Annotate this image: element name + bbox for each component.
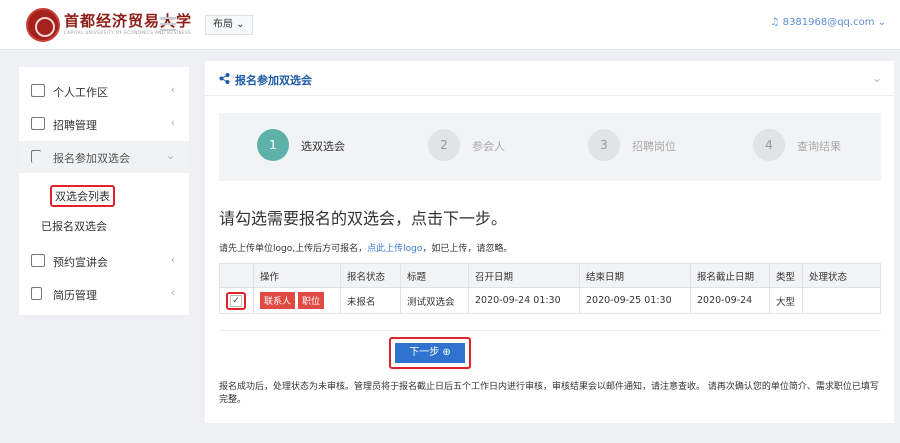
- chevron-down-icon: ⌄: [165, 149, 175, 162]
- note-text: 请先上传单位logo,上传后方可报名，: [219, 244, 368, 254]
- step-1-circle: 1: [257, 129, 289, 161]
- sidebar-item-resume-management[interactable]: 简历管理 ‹: [19, 278, 189, 310]
- chevron-left-icon: ‹: [170, 83, 175, 96]
- sidebar-item-label: 招聘管理: [53, 119, 97, 132]
- contact-button[interactable]: 联系人: [260, 292, 296, 309]
- chevron-left-icon: ‹: [170, 253, 175, 266]
- column-header: [219, 263, 254, 288]
- sidebar-item-personal-workspace[interactable]: 个人工作区 ‹: [19, 75, 189, 107]
- column-header: 召开日期: [468, 263, 580, 288]
- panel-title: 报名参加双选会: [235, 74, 312, 87]
- step-2-circle: 2: [428, 129, 460, 161]
- top-bar: 首都经济贸易大学 CAPITAL UNIVERSITY OF ECONOMICS…: [0, 0, 900, 50]
- sidebar-item-presentation-booking[interactable]: 预约宣讲会 ‹: [19, 245, 189, 277]
- sidebar-subitem-registered-job-fairs[interactable]: 已报名双选会: [41, 218, 107, 234]
- table-header-row: 操作 报名状态 标题 召开日期 结束日期 报名截止日期 类型 处理状态: [219, 263, 881, 288]
- select-cell: ✓: [219, 287, 254, 314]
- sidebar-item-recruitment[interactable]: 招聘管理 ‹: [19, 108, 189, 140]
- column-header: 处理状态: [802, 263, 881, 288]
- step-2-label: 参会人: [472, 140, 505, 153]
- chevron-left-icon: ‹: [170, 116, 175, 129]
- sidebar-subitem-job-fair-list[interactable]: 双选会列表: [50, 185, 115, 207]
- action-cell: 联系人 职位: [253, 287, 341, 314]
- document-icon: [31, 287, 42, 300]
- column-header: 操作: [253, 263, 341, 288]
- select-checkbox-highlight[interactable]: ✓: [226, 291, 246, 310]
- footnote-text: 报名成功后，处理状态为未审核。管理员将于报名截止日后五个工作日内进行审核，审核结…: [219, 382, 879, 405]
- flag-icon: [31, 150, 41, 163]
- table-row: ✓ 联系人 职位 未报名 测试双选会 2020-09-24 01:30 2020-…: [219, 287, 881, 314]
- step-1-label: 选双选会: [301, 140, 345, 153]
- sidebar-item-label: 报名参加双选会: [53, 152, 130, 165]
- status-cell: 未报名: [340, 287, 401, 314]
- sidebar: 个人工作区 ‹ 招聘管理 ‹ 报名参加双选会 ⌄ 双选会列表 已报名双选会 预约…: [19, 67, 189, 315]
- logo-upload-note: 请先上传单位logo,上传后方可报名，点此上传logo，如已上传，请忽略。: [219, 241, 512, 254]
- job-fair-table: 操作 报名状态 标题 召开日期 结束日期 报名截止日期 类型 处理状态 ✓ 联系…: [219, 263, 881, 314]
- note-text: ，如已上传，请忽略。: [422, 244, 513, 254]
- next-button-highlight: 下一步 ⊕: [389, 337, 471, 369]
- briefcase-icon: [31, 117, 45, 130]
- home-icon: [31, 84, 45, 97]
- title-cell: 测试双选会: [400, 287, 469, 314]
- deadline-cell: 2020-09-24: [690, 287, 770, 314]
- type-cell: 大型: [769, 287, 803, 314]
- chevron-left-icon: ‹: [170, 286, 175, 299]
- end-date-cell: 2020-09-25 01:30: [579, 287, 691, 314]
- collapse-chevron-icon[interactable]: ⌄: [872, 71, 882, 85]
- layout-dropdown[interactable]: 布局 ⌄: [205, 15, 253, 35]
- calendar-icon: [31, 254, 45, 267]
- sidebar-item-label: 预约宣讲会: [53, 256, 108, 269]
- share-nodes-icon: [219, 73, 230, 84]
- instruction-heading: 请勾选需要报名的双选会，点击下一步。: [219, 209, 508, 228]
- position-button[interactable]: 职位: [298, 292, 325, 309]
- divider: [219, 330, 881, 331]
- sidebar-item-label: 简历管理: [53, 289, 97, 302]
- step-3-circle: 3: [588, 129, 620, 161]
- main-panel: 报名参加双选会 ⌄ 1 选双选会 2 参会人 3 招聘岗位 4 查询结果 请勾选…: [205, 61, 894, 423]
- column-header: 标题: [400, 263, 469, 288]
- process-status-cell: [802, 287, 881, 314]
- hamburger-menu-icon[interactable]: [160, 17, 176, 31]
- column-header: 类型: [769, 263, 803, 288]
- panel-header: 报名参加双选会 ⌄: [205, 61, 894, 96]
- step-progress: 1 选双选会 2 参会人 3 招聘岗位 4 查询结果: [219, 113, 881, 181]
- select-checkbox[interactable]: ✓: [230, 294, 242, 307]
- column-header: 报名截止日期: [690, 263, 770, 288]
- step-3-label: 招聘岗位: [632, 140, 676, 153]
- step-4-label: 查询结果: [797, 140, 841, 153]
- university-logo: [26, 8, 60, 42]
- column-header: 报名状态: [340, 263, 401, 288]
- user-account-menu[interactable]: ♫ 8381968@qq.com ⌄: [771, 17, 886, 28]
- upload-logo-link[interactable]: 点此上传logo: [367, 244, 422, 254]
- step-4-circle: 4: [753, 129, 785, 161]
- sidebar-item-label: 个人工作区: [53, 86, 108, 99]
- sidebar-item-job-fair-registration[interactable]: 报名参加双选会 ⌄: [19, 141, 189, 173]
- next-step-button[interactable]: 下一步 ⊕: [395, 343, 465, 363]
- start-date-cell: 2020-09-24 01:30: [468, 287, 580, 314]
- column-header: 结束日期: [579, 263, 691, 288]
